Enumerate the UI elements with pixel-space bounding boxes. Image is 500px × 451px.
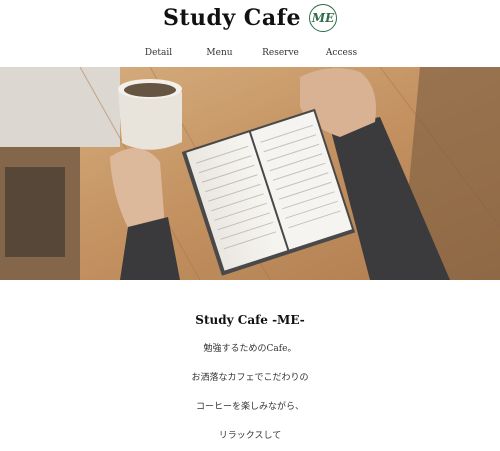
site-header: Study Cafe ME Detail Menu Reserve Access: [0, 0, 500, 67]
nav-item-reserve[interactable]: Reserve: [250, 48, 311, 58]
hero-image: [0, 67, 500, 280]
nav-item-detail[interactable]: Detail: [128, 48, 189, 58]
section-title: Study Cafe -ME-: [195, 313, 305, 327]
intro-line: コーヒーを楽しみながら、: [195, 402, 304, 412]
intro-line: 勉強するためのCafe。: [203, 344, 297, 354]
nav-item-access[interactable]: Access: [311, 48, 372, 58]
site-title[interactable]: Study Cafe: [163, 5, 301, 31]
brand[interactable]: Study Cafe ME: [0, 4, 500, 32]
hero-photo-illustration: [0, 67, 500, 280]
intro-line: お洒落なカフェでこだわりの: [191, 373, 309, 383]
main-nav: Detail Menu Reserve Access: [0, 48, 500, 58]
logo-icon[interactable]: ME: [309, 4, 338, 32]
intro-line: リラックスして: [218, 431, 282, 441]
nav-item-menu[interactable]: Menu: [189, 48, 250, 58]
intro-section: Study Cafe -ME- 勉強するためのCafe。 お洒落なカフェでこだわ…: [0, 280, 500, 442]
